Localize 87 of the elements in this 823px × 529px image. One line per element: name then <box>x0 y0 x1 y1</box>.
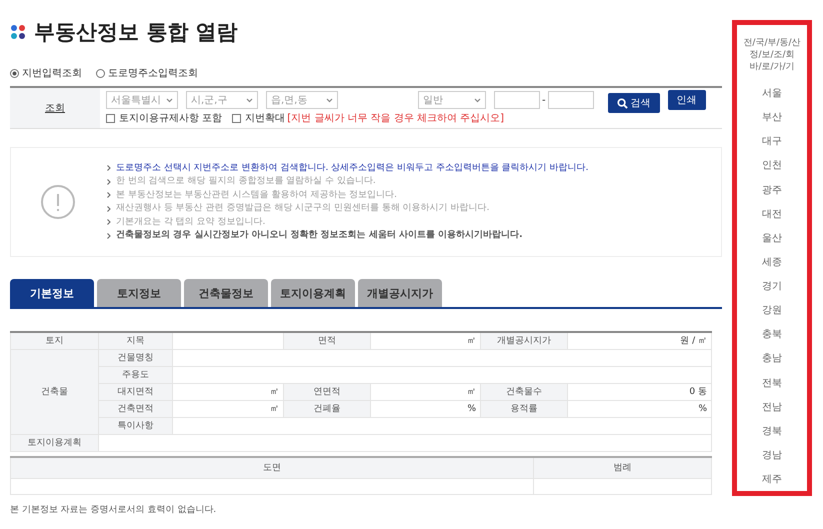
notice-text: 본 부동산정보는 부동산관련 시스템을 활용하여 제공하는 정보입니다. <box>116 188 398 202</box>
tab[interactable]: 토지정보 <box>97 279 181 307</box>
sidebar-title: 바/로/가/기 <box>748 61 796 73</box>
table-header-cell: 도면 <box>10 456 534 478</box>
caret-icon <box>166 98 173 102</box>
table-header-cell: 연면적 <box>284 383 370 400</box>
table-header-cell: 건폐율 <box>284 400 370 417</box>
chevron-icon <box>107 206 111 212</box>
table-header-cell: 주용도 <box>98 366 172 383</box>
sidebar-title: 정/보/조/회 <box>748 49 796 61</box>
table-cell: 원 / ㎡ <box>568 332 712 349</box>
region-link[interactable]: 제주 <box>762 467 782 492</box>
caret-icon <box>474 98 481 102</box>
checkbox[interactable] <box>106 114 115 122</box>
radio-label[interactable]: 도로명주소입력조회 <box>108 66 198 80</box>
dash-separator: - <box>542 94 546 106</box>
table-header-cell: 토지이용계획 <box>10 434 98 451</box>
notice-text: 기본개요는 각 탭의 요약 정보입니다. <box>116 216 266 228</box>
region-link[interactable]: 전북 <box>762 370 782 395</box>
dropdown[interactable]: 일반 <box>418 91 486 109</box>
table-header-cell: 특이사항 <box>98 417 172 434</box>
exclamation-icon <box>41 185 75 219</box>
table-header-cell: 범례 <box>534 456 712 478</box>
page-title: 부동산정보 통합 열람 <box>34 19 238 46</box>
chevron-icon <box>107 219 111 226</box>
table-header-cell: 면적 <box>284 332 370 349</box>
checkbox[interactable] <box>232 114 242 122</box>
table-header-cell: 건물명칭 <box>98 349 172 366</box>
radio-button[interactable] <box>10 68 19 78</box>
tab[interactable]: 기본정보 <box>10 279 94 307</box>
region-link[interactable]: 울산 <box>762 226 782 250</box>
checkbox-label[interactable]: 토지이용규제사항 포함 <box>119 111 222 125</box>
chevron-icon <box>107 178 111 185</box>
region-link[interactable]: 충남 <box>762 346 782 370</box>
region-link[interactable]: 강원 <box>762 298 782 322</box>
region-link[interactable]: 부산 <box>762 105 782 130</box>
caret-icon <box>246 98 253 102</box>
input-field[interactable] <box>548 91 594 109</box>
tab[interactable]: 건축물정보 <box>184 279 268 307</box>
region-link[interactable]: 인천 <box>762 153 782 178</box>
region-link[interactable]: 서울 <box>762 81 782 106</box>
search-icon <box>616 98 628 108</box>
notice-text: 도로명주소 선택시 지번주소로 변환하여 검색합니다. 상세주소입력은 비워두고 주소입력버튼을 클릭하시기 바랍니다. <box>116 162 588 174</box>
table-cell: ㎡ <box>172 383 284 400</box>
notice-text: 한 번의 검색으로 해당 필지의 종합정보를 열람하실 수 있습니다. <box>116 175 376 188</box>
table-cell: 0 동 <box>568 383 712 400</box>
radio-label[interactable]: 지번입력조회 <box>22 66 82 80</box>
tab[interactable]: 개별공시지가 <box>358 279 442 307</box>
notice-text: 재산권행사 등 부동산 관련 증명발급은 해당 시군구의 민원센터를 통해 이용하시기 바랍니다. <box>116 202 490 215</box>
table-header-cell: 건축면적 <box>98 400 172 417</box>
table-cell: ㎡ <box>172 400 284 417</box>
footnote: 본 기본정보 자료는 증명서로서의 효력이 없습니다. <box>10 504 218 516</box>
hint-text: [지번 글씨가 너무 작을 경우 체크하여 주십시오] <box>287 112 504 125</box>
region-link[interactable]: 세종 <box>762 250 782 274</box>
search-label: 조회 <box>10 88 100 128</box>
region-link[interactable]: 대전 <box>762 202 782 226</box>
tab[interactable]: 토지이용계획 <box>271 279 355 307</box>
logo-dots-icon <box>10 24 26 40</box>
region-link[interactable]: 경남 <box>762 442 782 467</box>
checkbox-label[interactable]: 지번확대 <box>245 111 286 125</box>
table-header-cell: 용적률 <box>480 400 568 417</box>
sidebar-title: 전/국/부/동/산 <box>743 37 801 49</box>
table-header-cell: 건축물 <box>10 349 98 434</box>
region-link[interactable]: 충북 <box>762 322 782 346</box>
input-field[interactable] <box>494 91 540 109</box>
search-button[interactable]: 검색 <box>608 93 660 113</box>
table-cell: ㎡ <box>370 383 480 400</box>
chevron-icon <box>107 232 111 239</box>
print-button[interactable]: 인쇄 <box>668 90 706 110</box>
region-link[interactable]: 경북 <box>762 418 782 443</box>
chevron-icon <box>107 165 111 172</box>
table-header-cell: 지목 <box>98 332 172 349</box>
table-header-cell: 건축물수 <box>480 383 568 400</box>
region-link[interactable]: 경기 <box>762 274 782 298</box>
region-link[interactable]: 광주 <box>762 178 782 202</box>
chevron-icon <box>107 192 111 198</box>
region-link[interactable]: 대구 <box>762 129 782 154</box>
table-cell: % <box>370 400 480 417</box>
table-cell: ㎡ <box>370 332 480 349</box>
notice-text: 건축물정보의 경우 실시간정보가 아니오니 정확한 정보조회는 세움터 사이트를 이용하시기바랍니다. <box>116 229 522 242</box>
table-header-cell: 토지 <box>10 332 98 349</box>
caret-icon <box>326 98 333 102</box>
radio-button[interactable] <box>96 68 105 78</box>
table-header-cell: 대지면적 <box>98 383 172 400</box>
table-header-cell: 개별공시지가 <box>480 332 568 349</box>
table-cell: % <box>568 400 712 417</box>
region-link[interactable]: 전남 <box>762 394 782 419</box>
